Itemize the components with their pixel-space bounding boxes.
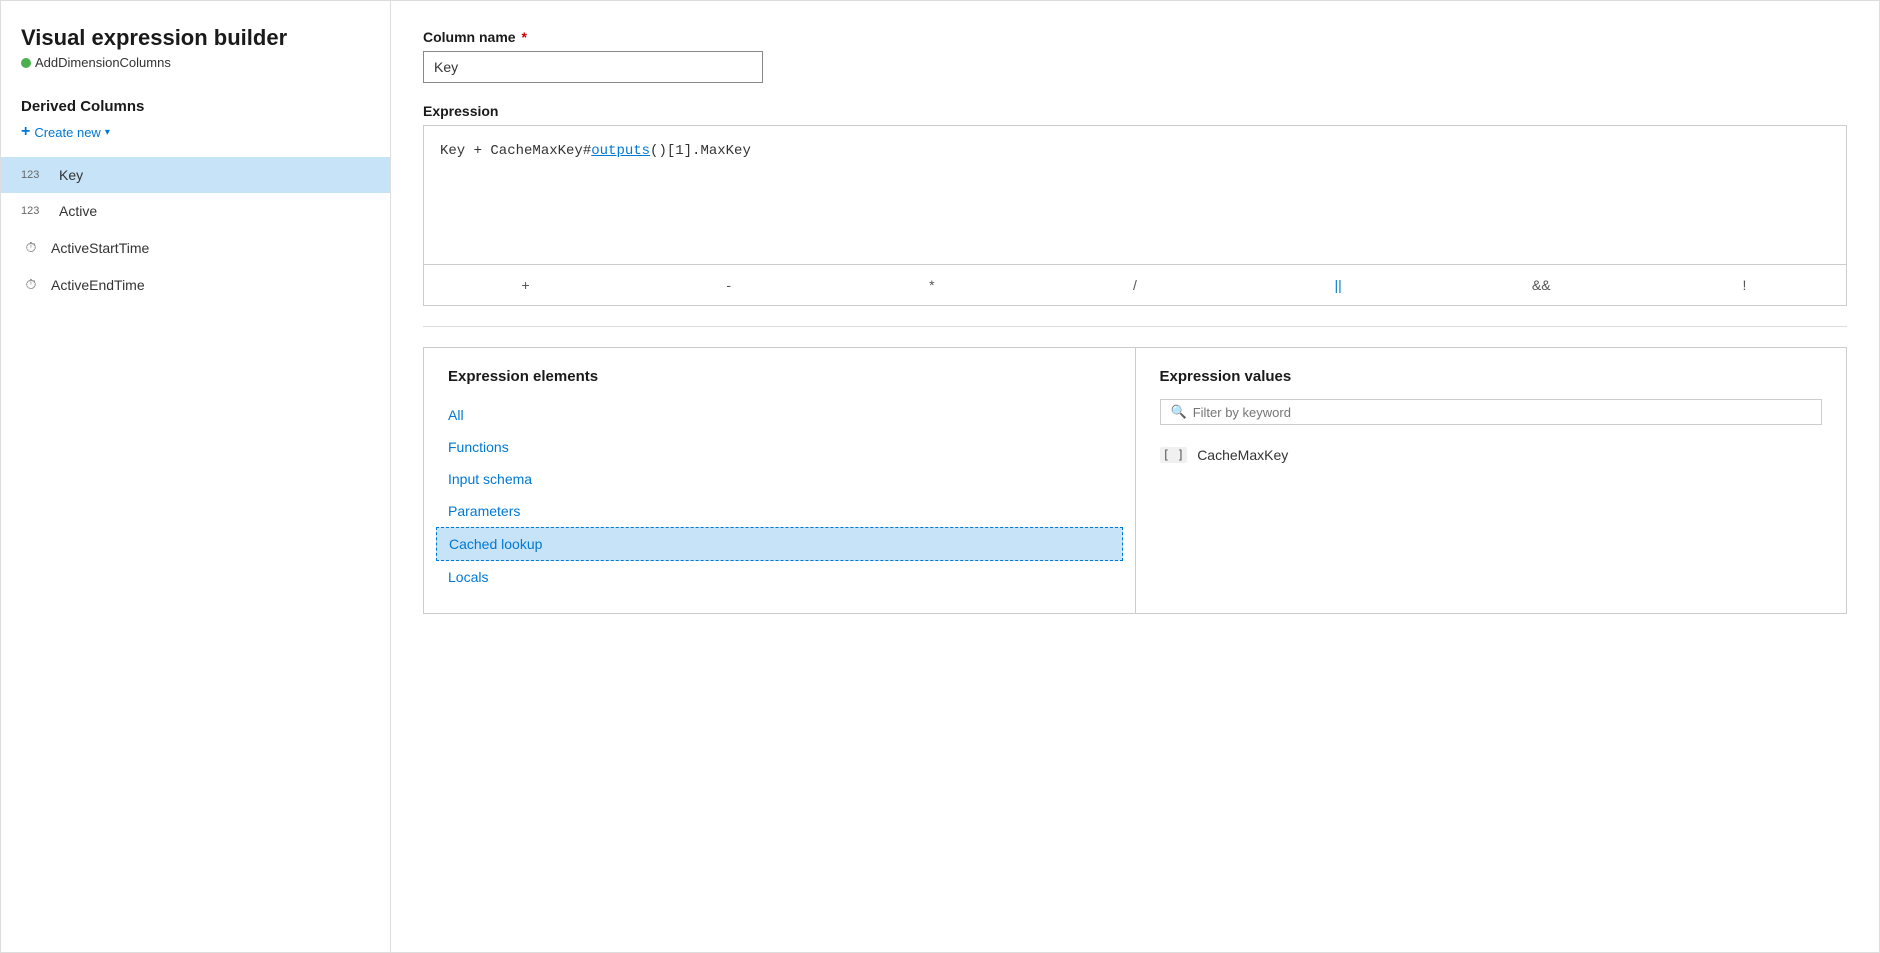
sidebar-item-label: Active: [59, 203, 97, 219]
filter-input-wrap: 🔍: [1160, 399, 1823, 425]
expression-plain-2: ()[1].MaxKey: [650, 143, 751, 159]
value-label: CacheMaxKey: [1197, 447, 1288, 463]
sidebar-item-label: ActiveStartTime: [51, 240, 149, 256]
divider: [423, 326, 1847, 327]
main-content: Column name * Expression Key + CacheMaxK…: [391, 1, 1879, 952]
array-icon: [ ]: [1160, 447, 1188, 463]
clock-icon: ⏱: [21, 276, 41, 293]
item-type-badge: 123: [21, 169, 49, 181]
element-item-locals[interactable]: Locals: [448, 561, 1111, 593]
column-name-label: Column name *: [423, 29, 1847, 45]
main-container: Visual expression builder AddDimensionCo…: [0, 0, 1880, 953]
required-star: *: [518, 29, 527, 45]
operator-multiply[interactable]: *: [830, 273, 1033, 297]
expression-label: Expression: [423, 103, 1847, 119]
element-item-cached-lookup[interactable]: Cached lookup: [436, 527, 1123, 561]
element-item-input-schema[interactable]: Input schema: [448, 463, 1111, 495]
derived-columns-label: Derived Columns: [21, 98, 370, 115]
sidebar-item-key[interactable]: 123 Key: [1, 157, 390, 193]
column-name-input[interactable]: [423, 51, 763, 83]
operator-not[interactable]: !: [1643, 273, 1846, 297]
values-list: [ ] CacheMaxKey: [1160, 439, 1823, 471]
element-item-all[interactable]: All: [448, 399, 1111, 431]
operator-and[interactable]: &&: [1440, 273, 1643, 297]
sidebar-items: 123 Key 123 Active ⏱ ActiveStartTime ⏱ ActiveEn…: [1, 157, 390, 303]
expression-plain-1: Key + CacheMaxKey#: [440, 143, 591, 159]
operator-plus[interactable]: +: [424, 273, 627, 297]
operator-minus[interactable]: -: [627, 273, 830, 297]
create-new-button[interactable]: + Create new ▾: [21, 123, 110, 141]
value-item-cachemaxkey: [ ] CacheMaxKey: [1160, 439, 1823, 471]
expression-values-title: Expression values: [1160, 368, 1823, 385]
sidebar-item-activeEndTime[interactable]: ⏱ ActiveEndTime: [1, 266, 390, 303]
element-item-parameters[interactable]: Parameters: [448, 495, 1111, 527]
expression-box[interactable]: Key + CacheMaxKey#outputs()[1].MaxKey: [423, 125, 1847, 265]
green-dot-icon: [21, 58, 31, 68]
plus-icon: +: [21, 123, 30, 141]
chevron-down-icon: ▾: [105, 127, 110, 138]
expression-elements-panel: Expression elements AllFunctionsInput sc…: [424, 348, 1136, 613]
app-subtitle: AddDimensionColumns: [21, 55, 370, 70]
app-title: Visual expression builder: [21, 25, 370, 51]
operator-divide[interactable]: /: [1033, 273, 1236, 297]
expression-elements-title: Expression elements: [448, 368, 1111, 385]
sidebar: Visual expression builder AddDimensionCo…: [1, 1, 391, 952]
operator-or[interactable]: ||: [1237, 273, 1440, 297]
sidebar-item-activeStartTime[interactable]: ⏱ ActiveStartTime: [1, 229, 390, 266]
expression-link-outputs[interactable]: outputs: [591, 143, 650, 159]
filter-input[interactable]: [1193, 405, 1811, 420]
operator-bar: + - * / || && !: [423, 265, 1847, 306]
create-new-label: Create new: [34, 125, 100, 140]
expression-values-panel: Expression values 🔍 [ ] CacheMaxKey: [1136, 348, 1847, 613]
derived-columns-section: Derived Columns + Create new ▾: [1, 86, 390, 149]
sidebar-item-label: ActiveEndTime: [51, 277, 145, 293]
search-icon: 🔍: [1171, 404, 1187, 420]
item-type-badge: 123: [21, 205, 49, 217]
sidebar-item-label: Key: [59, 167, 83, 183]
column-name-section: Column name *: [423, 29, 1847, 83]
clock-icon: ⏱: [21, 239, 41, 256]
expression-section: Expression Key + CacheMaxKey#outputs()[1…: [423, 103, 1847, 306]
element-item-functions[interactable]: Functions: [448, 431, 1111, 463]
elements-list: AllFunctionsInput schemaParametersCached…: [448, 399, 1111, 593]
bottom-panels: Expression elements AllFunctionsInput sc…: [423, 347, 1847, 614]
sidebar-item-active[interactable]: 123 Active: [1, 193, 390, 229]
app-subtitle-text: AddDimensionColumns: [35, 55, 171, 70]
sidebar-title-section: Visual expression builder AddDimensionCo…: [1, 25, 390, 86]
